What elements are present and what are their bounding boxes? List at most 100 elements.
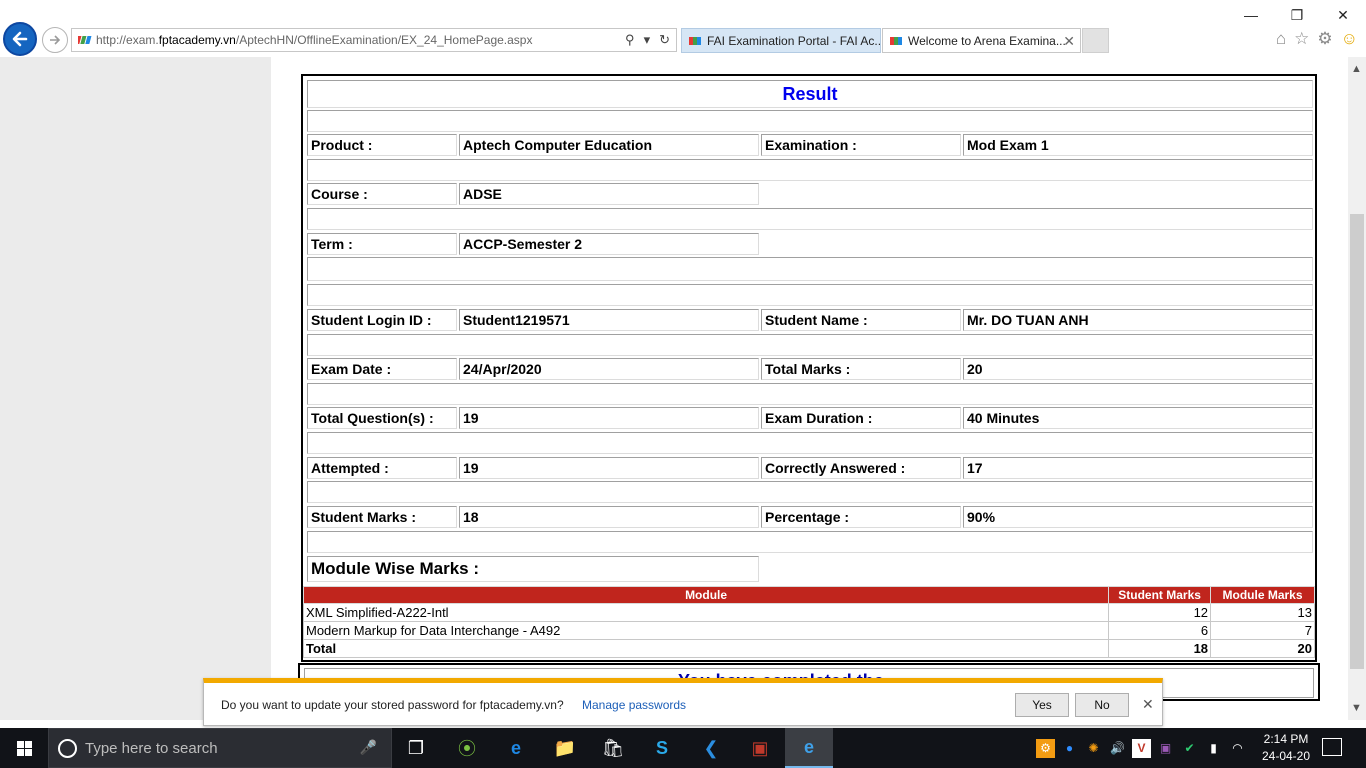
task-view-icon[interactable]: ❐ bbox=[392, 728, 440, 768]
total-module-marks: 20 bbox=[1210, 639, 1315, 658]
manage-passwords-link[interactable]: Manage passwords bbox=[582, 698, 686, 712]
winrar-icon[interactable]: ▣ bbox=[736, 728, 784, 768]
value-total-questions: 19 bbox=[459, 407, 759, 429]
home-icon[interactable]: ⌂ bbox=[1276, 29, 1286, 49]
value-course: ADSE bbox=[459, 183, 759, 205]
scroll-up-icon[interactable]: ▲ bbox=[1351, 63, 1362, 75]
value-exam-duration: 40 Minutes bbox=[963, 407, 1313, 429]
page-viewport: Result Product : Aptech Computer Educati… bbox=[0, 57, 1348, 720]
module-marks-table: Module Student Marks Module Marks XML Si… bbox=[302, 586, 1315, 658]
result-grid: Result Product : Aptech Computer Educati… bbox=[307, 80, 1313, 588]
scroll-down-icon[interactable]: ▼ bbox=[1351, 702, 1362, 714]
label-total-questions: Total Question(s) : bbox=[307, 407, 457, 429]
value-student-marks: 18 bbox=[459, 506, 759, 528]
total-label: Total bbox=[302, 639, 1110, 658]
search-icon[interactable]: ⚲ bbox=[625, 32, 635, 48]
internet-explorer-icon[interactable]: e bbox=[785, 728, 833, 768]
taskbar-clock[interactable]: 2:14 PM 24-04-20 bbox=[1256, 731, 1316, 765]
tray-app2-icon[interactable]: ▣ bbox=[1156, 739, 1175, 758]
antivirus-icon[interactable]: V bbox=[1132, 738, 1151, 758]
wifi-icon[interactable]: ◠ bbox=[1228, 739, 1247, 758]
spacer-row bbox=[307, 284, 1313, 306]
taskbar-search-box[interactable]: Type here to search 🎤 bbox=[48, 728, 392, 768]
value-student-login-id: Student1219571 bbox=[459, 309, 759, 331]
close-notification-icon[interactable]: ✕ bbox=[1142, 696, 1154, 713]
address-bar[interactable]: http://exam.fptacademy.vn/AptechHN/Offli… bbox=[71, 28, 677, 52]
close-tab-icon[interactable]: ✕ bbox=[1063, 33, 1075, 50]
label-examination: Examination : bbox=[761, 134, 961, 156]
close-window-icon[interactable]: ✕ bbox=[1320, 4, 1366, 26]
skype-icon[interactable]: S bbox=[638, 728, 686, 768]
label-student-name: Student Name : bbox=[761, 309, 961, 331]
store-icon[interactable]: 🛍 bbox=[589, 728, 637, 768]
check-tray-icon[interactable]: ✔ bbox=[1180, 739, 1199, 758]
back-arrow-icon bbox=[12, 31, 28, 47]
settings-gear-icon[interactable]: ⚙ bbox=[1317, 29, 1332, 49]
label-student-marks: Student Marks : bbox=[307, 506, 457, 528]
scrollbar-thumb[interactable] bbox=[1350, 214, 1364, 669]
label-correctly-answered: Correctly Answered : bbox=[761, 457, 961, 479]
url-prefix: http://exam. bbox=[96, 33, 159, 47]
app-green-icon[interactable]: ⦿ bbox=[443, 728, 491, 768]
tray-sync-icon[interactable]: ✺ bbox=[1084, 739, 1103, 758]
clock-time: 2:14 PM bbox=[1263, 732, 1309, 746]
table-row: XML Simplified-A222-Intl 12 13 bbox=[302, 603, 1315, 622]
start-button[interactable] bbox=[0, 728, 48, 768]
tray-app-icon[interactable]: ⚙ bbox=[1036, 738, 1055, 758]
forward-button[interactable] bbox=[42, 27, 68, 53]
url-text: http://exam.fptacademy.vn/AptechHN/Offli… bbox=[96, 33, 532, 47]
module-marks-cell: 13 bbox=[1210, 603, 1315, 622]
value-exam-date: 24/Apr/2020 bbox=[459, 358, 759, 380]
student-marks-cell: 6 bbox=[1108, 621, 1212, 640]
refresh-icon[interactable]: ↻ bbox=[659, 32, 670, 48]
windows-taskbar: Type here to search 🎤 ❐ ⦿ e 📁 🛍 S ❮ ▣ e … bbox=[0, 728, 1366, 768]
label-product: Product : bbox=[307, 134, 457, 156]
clock-date: 24-04-20 bbox=[1261, 749, 1311, 763]
header-module: Module bbox=[302, 586, 1110, 604]
zoom-icon[interactable]: ● bbox=[1060, 739, 1079, 758]
back-button[interactable] bbox=[3, 22, 37, 56]
module-marks-cell: 7 bbox=[1210, 621, 1315, 640]
favorites-star-icon[interactable]: ☆ bbox=[1294, 29, 1309, 49]
file-explorer-icon[interactable]: 📁 bbox=[541, 728, 589, 768]
new-tab-button[interactable] bbox=[1082, 28, 1109, 53]
table-header-row: Module Student Marks Module Marks bbox=[302, 586, 1315, 604]
value-term: ACCP-Semester 2 bbox=[459, 233, 759, 255]
action-center-icon[interactable] bbox=[1322, 738, 1342, 756]
url-path: /AptechHN/OfflineExamination/EX_24_HomeP… bbox=[235, 33, 533, 47]
dropdown-icon[interactable]: ▾ bbox=[644, 32, 651, 48]
result-panel: Result Product : Aptech Computer Educati… bbox=[301, 74, 1317, 662]
minimize-icon[interactable]: — bbox=[1228, 4, 1274, 26]
battery-icon[interactable]: ▮ bbox=[1204, 739, 1223, 758]
spacer-row bbox=[307, 383, 1313, 405]
label-total-marks: Total Marks : bbox=[761, 358, 961, 380]
edge-icon[interactable]: e bbox=[492, 728, 540, 768]
feedback-smiley-icon[interactable]: ☺ bbox=[1341, 29, 1358, 49]
volume-icon[interactable]: 🔊 bbox=[1108, 739, 1127, 758]
tab-title: Welcome to Arena Examina... bbox=[908, 33, 1066, 48]
result-title: Result bbox=[307, 80, 1313, 108]
site-favicon-icon bbox=[78, 36, 92, 44]
label-percentage: Percentage : bbox=[761, 506, 961, 528]
spacer-row bbox=[307, 257, 1313, 281]
total-student-marks: 18 bbox=[1108, 639, 1212, 658]
windows-logo-icon bbox=[16, 740, 32, 756]
module-wise-marks-label: Module Wise Marks : bbox=[307, 556, 759, 582]
tab-welcome-arena[interactable]: Welcome to Arena Examina... ✕ bbox=[882, 28, 1081, 53]
value-correctly-answered: 17 bbox=[963, 457, 1313, 479]
header-module-marks: Module Marks bbox=[1210, 586, 1315, 604]
microphone-icon[interactable]: 🎤 bbox=[360, 739, 377, 756]
spacer-row bbox=[307, 334, 1313, 356]
vertical-scrollbar[interactable]: ▲ ▼ bbox=[1348, 57, 1366, 720]
restore-icon[interactable]: ❐ bbox=[1274, 4, 1320, 26]
tab-fai-examination-portal[interactable]: FAI Examination Portal - FAI Ac... bbox=[681, 28, 881, 53]
system-tray: ⚙ ● ✺ 🔊 V ▣ ✔ ▮ ◠ bbox=[1036, 728, 1247, 768]
search-placeholder: Type here to search bbox=[85, 740, 218, 757]
vscode-icon[interactable]: ❮ bbox=[687, 728, 735, 768]
value-examination: Mod Exam 1 bbox=[963, 134, 1313, 156]
spacer-row bbox=[307, 110, 1313, 132]
table-total-row: Total 18 20 bbox=[302, 639, 1315, 658]
no-button[interactable]: No bbox=[1075, 693, 1129, 717]
yes-button[interactable]: Yes bbox=[1015, 693, 1069, 717]
value-attempted: 19 bbox=[459, 457, 759, 479]
